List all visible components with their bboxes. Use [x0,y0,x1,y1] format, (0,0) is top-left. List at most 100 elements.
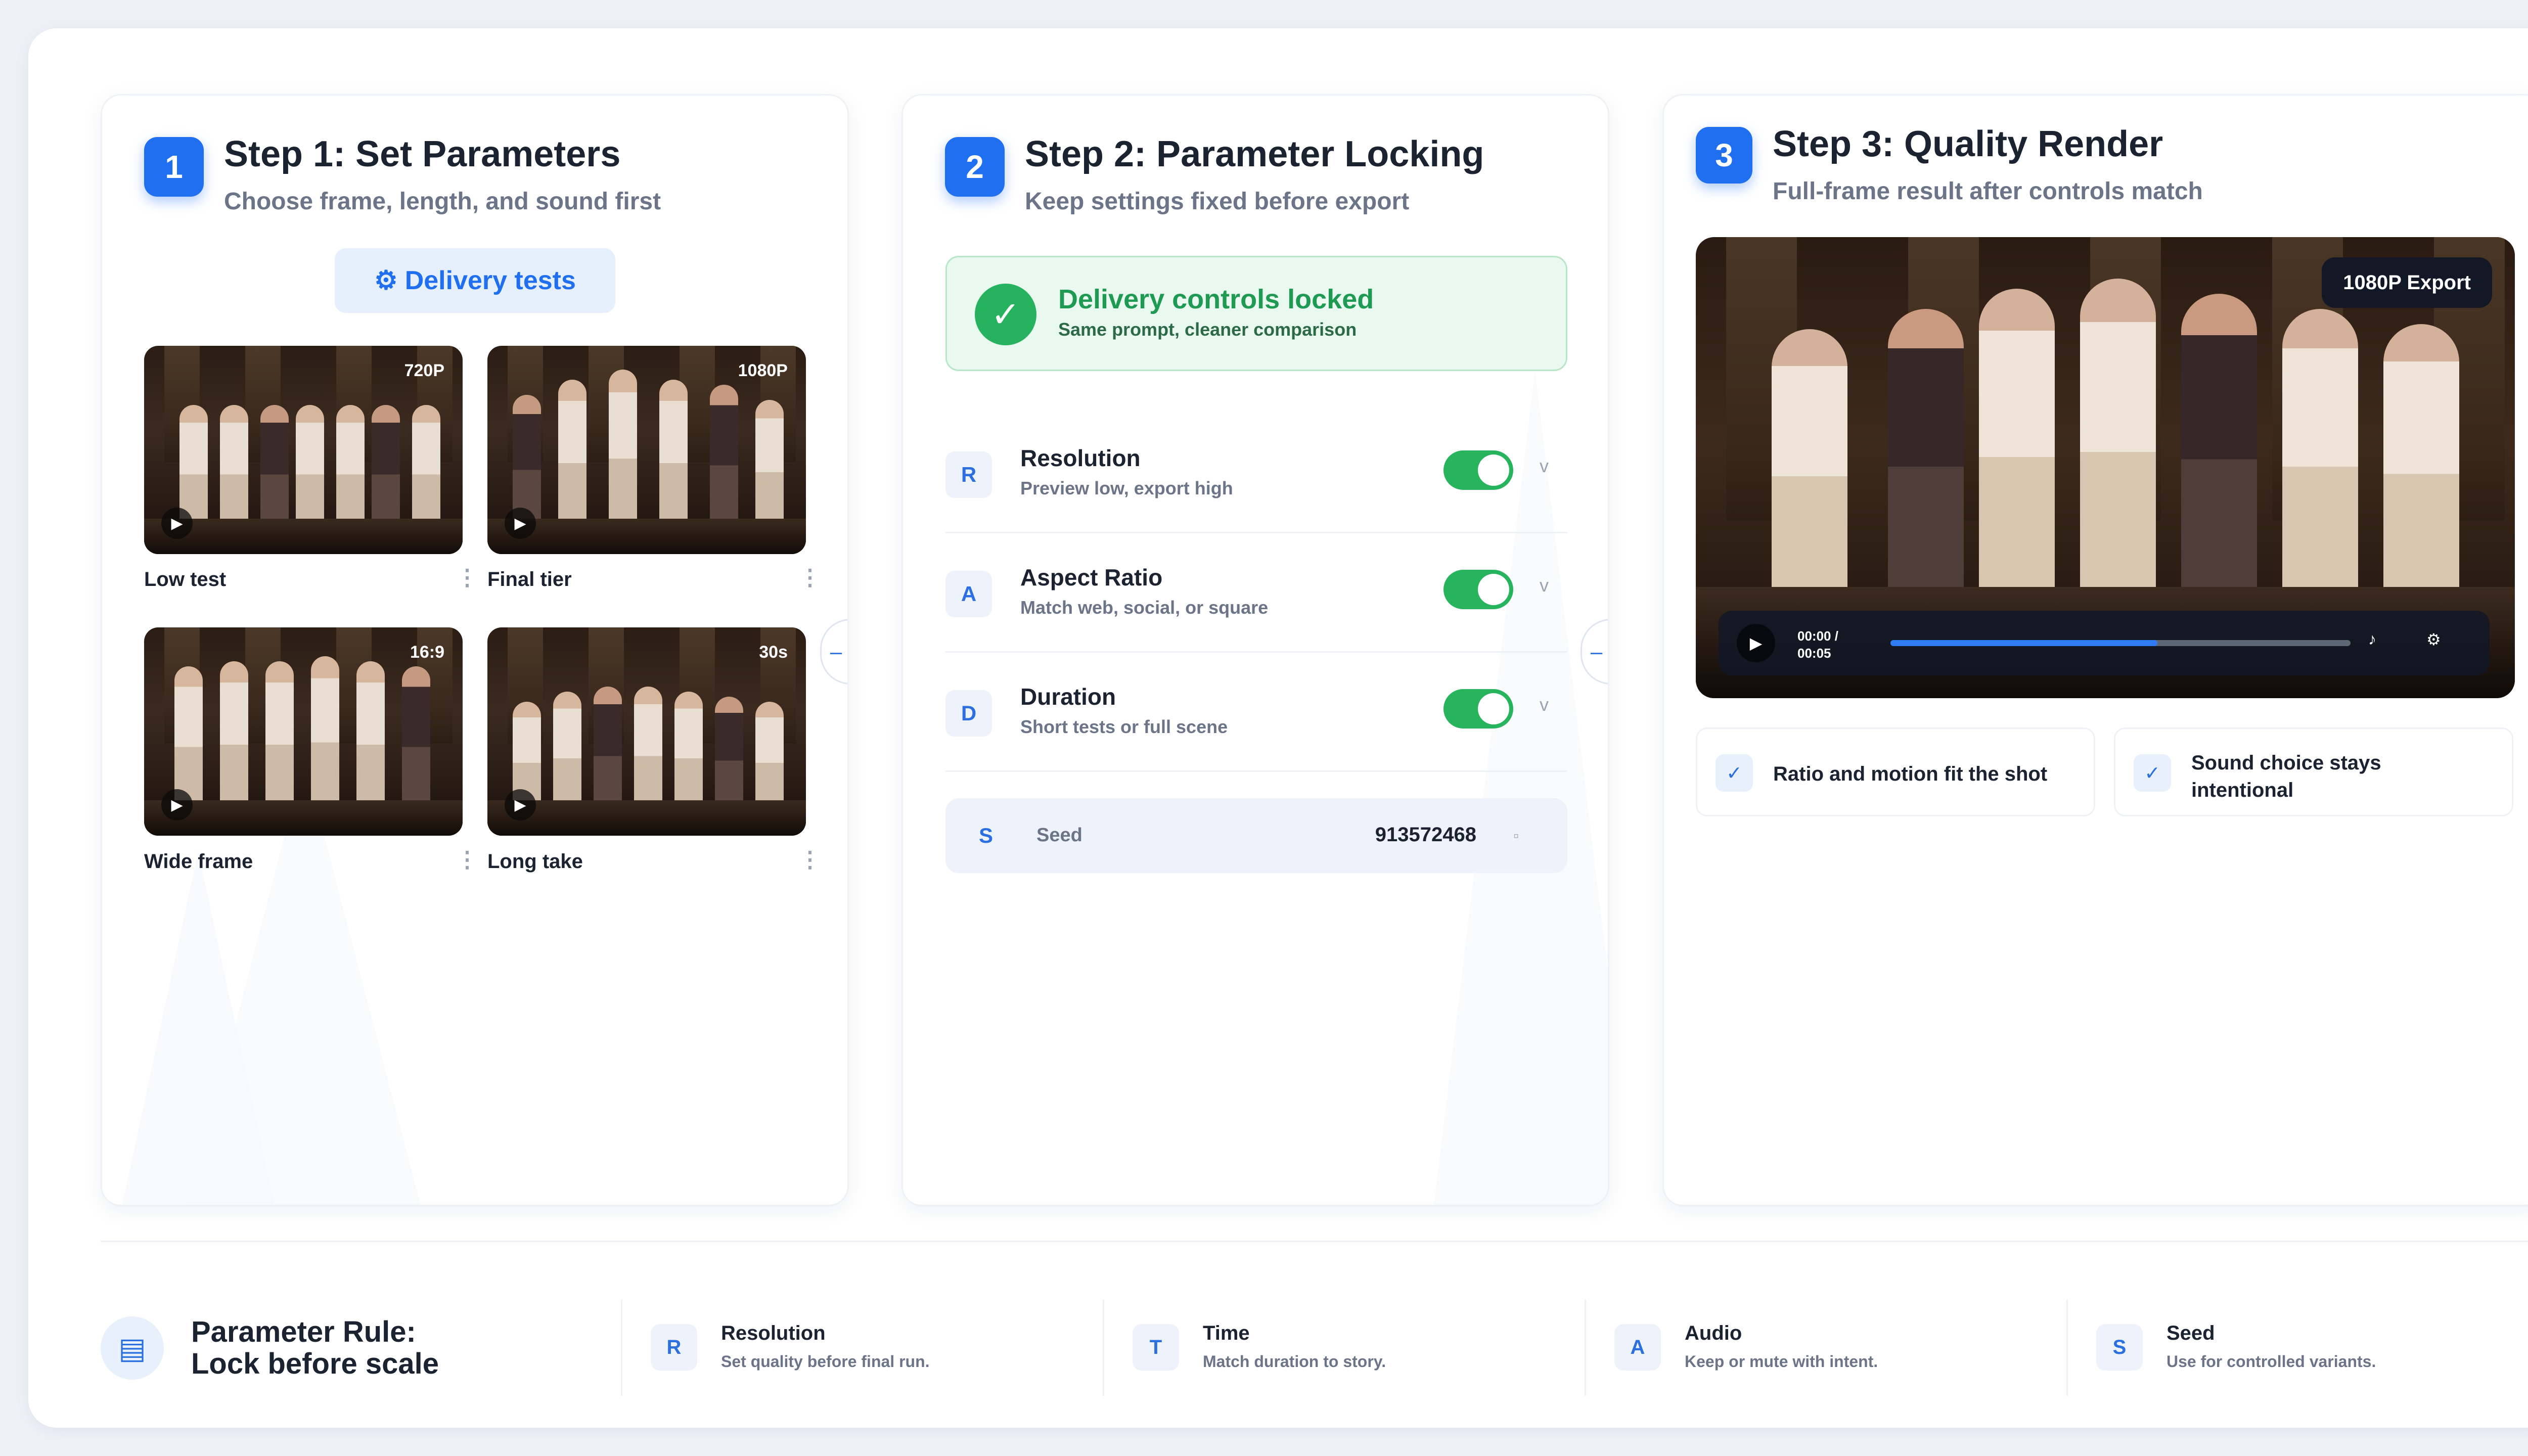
delivery-tests-button[interactable]: ⚙ Delivery tests [335,248,615,313]
rule-title-line1: Parameter Rule: [191,1315,416,1348]
thumb-30s[interactable]: 30s ▶ [487,627,806,836]
footer-item-title: Time [1203,1322,1250,1344]
thumb-tag: 30s [759,643,788,662]
footer-item-resolution: R Resolution Set quality before final ru… [621,1300,1101,1396]
footer-item-title: Seed [2166,1322,2215,1344]
chevron-down-icon[interactable]: v [1540,694,1549,715]
more-options-icon[interactable]: ⋮ [456,565,478,590]
feature-text: Sound choice stays intentional [2191,752,2381,801]
thumb-1080p[interactable]: 1080P ▶ [487,346,806,554]
play-icon[interactable]: ▶ [1737,624,1775,662]
step3-title: Step 3: Quality Render [1773,124,2163,164]
more-options-icon[interactable]: ⋮ [799,565,821,590]
locked-title: Delivery controls locked [1058,284,1374,314]
row-title: Duration [1020,684,1116,710]
list-icon: ▤ [101,1316,164,1380]
export-badge: 1080P Export [2322,257,2492,308]
footer-item-subtitle: Match duration to story. [1203,1352,1386,1371]
chevron-down-icon[interactable]: v [1540,456,1549,477]
footer-chip: T [1133,1324,1179,1371]
step3-subtitle: Full-frame result after controls match [1773,178,2203,205]
seed-label: Seed [1036,825,1082,846]
row-chip: R [945,451,992,498]
step3-badge: 3 [1696,127,1752,184]
thumb-label: Final tier [487,568,572,590]
footer-item-subtitle: Use for controlled variants. [2166,1352,2376,1371]
minus-icon: – [830,640,842,663]
thumb-label: Wide frame [144,850,253,873]
thumb-16-9[interactable]: 16:9 ▶ [144,627,463,836]
thumb-label: Low test [144,568,227,590]
seed-chip: S [978,824,993,847]
step1-badge: 1 [144,137,204,197]
locked-banner: ✓ Delivery controls locked Same prompt, … [945,256,1567,371]
check-icon: ✓ [1716,754,1753,792]
step2-card: 2 Step 2: Parameter Locking Keep setting… [901,94,1609,1206]
row-subtitle: Short tests or full scene [1020,716,1228,737]
check-icon: ✓ [2134,754,2171,792]
app-frame: 1 Step 1: Set Parameters Choose frame, l… [28,28,2528,1428]
setting-row-resolution: R Resolution Preview low, export high v [945,414,1567,533]
footer-item-title: Audio [1685,1322,1742,1344]
row-chip: D [945,690,992,737]
footer-item-subtitle: Keep or mute with intent. [1685,1352,1878,1371]
step1-header: 1 Step 1: Set Parameters Choose frame, l… [144,134,661,215]
footer-item-audio: A Audio Keep or mute with intent. [1585,1300,2065,1396]
footer-chip: R [651,1324,697,1371]
thumb-label: Long take [487,850,583,873]
row-subtitle: Preview low, export high [1020,478,1233,498]
play-icon[interactable]: ▶ [161,789,193,821]
footer-item-time: T Time Match duration to story. [1103,1300,1583,1396]
step2-header: 2 Step 2: Parameter Locking Keep setting… [945,136,1484,215]
divider [101,1241,2528,1242]
chevron-down-icon[interactable]: v [1540,575,1549,596]
step1-card: 1 Step 1: Set Parameters Choose frame, l… [101,94,849,1206]
footer-item-seed: S Seed Use for controlled variants. [2066,1300,2528,1396]
footer-item-title: Resolution [721,1322,826,1344]
thumb-720p[interactable]: 720P ▶ [144,346,463,554]
step1-title: Step 1: Set Parameters [224,134,621,174]
seed-row[interactable]: S Seed 913572468 ▫ [945,798,1567,873]
setting-row-duration: D Duration Short tests or full scene v [945,653,1567,772]
video-controls: ▶ 00:00 / 00:05 ♪ ⚙ [1719,611,2490,675]
thumb-tag: 720P [404,361,444,380]
gear-icon: ⚙ [374,266,398,295]
rule-title-line2: Lock before scale [191,1347,439,1380]
duration-toggle[interactable] [1443,689,1513,729]
gear-icon[interactable]: ⚙ [2426,630,2441,649]
play-icon[interactable]: ▶ [505,508,536,539]
feature-card: ✓ Ratio and motion fit the shot [1696,727,2095,816]
row-title: Resolution [1020,445,1141,471]
video-player[interactable]: 1080P Export ▶ 00:00 / 00:05 ♪ ⚙ [1696,237,2515,698]
minus-icon: – [1590,640,1603,663]
video-time: 00:00 / 00:05 [1797,628,1838,661]
more-options-icon[interactable]: ⋮ [799,847,821,873]
copy-icon[interactable]: ▫ [1513,828,1519,845]
row-title: Aspect Ratio [1020,564,1163,590]
rule-title: Parameter Rule: Lock before scale [191,1316,439,1380]
setting-row-aspect-ratio: A Aspect Ratio Match web, social, or squ… [945,533,1567,653]
more-options-icon[interactable]: ⋮ [456,847,478,873]
step3-card: 3 Step 3: Quality Render Full-frame resu… [1662,94,2528,1206]
thumb-tag: 16:9 [410,643,444,662]
resolution-toggle[interactable] [1443,450,1513,490]
check-icon: ✓ [975,284,1036,345]
progress-fill [1890,640,2157,646]
footer-item-subtitle: Set quality before final run. [721,1352,930,1371]
locked-subtitle: Same prompt, cleaner comparison [1058,319,1357,340]
step3-header: 3 Step 3: Quality Render Full-frame resu… [1696,124,2203,205]
feature-text: Ratio and motion fit the shot [1773,763,2048,785]
play-icon[interactable]: ▶ [161,508,193,539]
feature-card: ✓ Sound choice stays intentional [2114,727,2513,816]
seed-value: 913572468 [1375,824,1476,846]
collapse-handle[interactable]: – [820,619,847,685]
progress-track[interactable] [1890,640,2351,646]
step1-subtitle: Choose frame, length, and sound first [224,188,661,215]
music-icon[interactable]: ♪ [2368,630,2376,649]
play-icon[interactable]: ▶ [505,789,536,821]
footer-chip: S [2096,1324,2143,1371]
step2-badge: 2 [945,137,1005,197]
footer-chip: A [1614,1324,1661,1371]
step2-subtitle: Keep settings fixed before export [1025,188,1410,215]
aspect-ratio-toggle[interactable] [1443,570,1513,609]
